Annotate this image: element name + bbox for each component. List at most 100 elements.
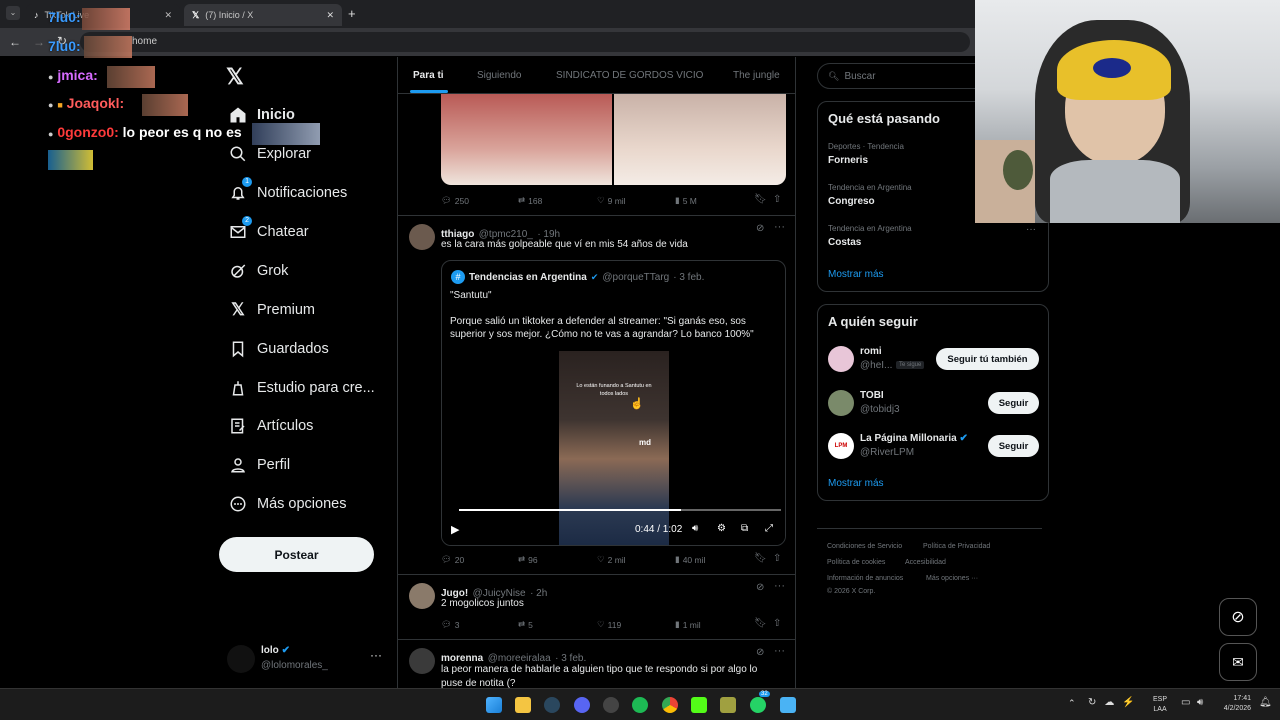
nav-item-estudio[interactable]: Estudio para cre... [227, 371, 375, 405]
show-more-link[interactable]: Mostrar más [828, 269, 884, 280]
dock-icon[interactable]: ⧉ [741, 523, 748, 534]
back-icon[interactable]: ← [9, 35, 21, 49]
messages-floating-button[interactable]: ✉ [1219, 643, 1257, 681]
follow-row[interactable]: TOBI @tobidj3 Seguir [828, 389, 1040, 419]
nav-item-mas-opciones[interactable]: Más opciones [227, 487, 346, 521]
language-indicator[interactable]: ESP LAA [1153, 695, 1167, 715]
footer-link[interactable]: Política de Privacidad [923, 543, 990, 550]
more-icon[interactable]: ··· [370, 648, 382, 662]
tweet-image[interactable] [614, 94, 786, 185]
avatar[interactable] [409, 224, 435, 250]
tab-x-home[interactable]: 𝕏 (7) Inicio / X ✕ [184, 4, 342, 26]
volume-icon[interactable]: 🔊︎ [692, 523, 698, 534]
like-button[interactable]: ♡ 119 [597, 619, 621, 630]
spotify-icon[interactable] [632, 697, 648, 713]
reply-button[interactable]: 💬︎ 250 [441, 195, 469, 206]
share-button[interactable]: ⇧ [773, 618, 781, 629]
tweet[interactable]: morenna @moreeiralaa · 3 feb. ⊘ ··· la p… [398, 640, 795, 688]
forward-icon[interactable]: → [33, 35, 45, 49]
footer-link[interactable]: Más opciones ··· [926, 575, 978, 582]
bookmark-button[interactable]: 🔖︎ [754, 194, 767, 205]
trend-item[interactable]: Deportes · Tendencia Forneris [828, 142, 904, 166]
tray-icons[interactable]: ↻☁⚡ [1088, 697, 1143, 708]
retweet-button[interactable]: ⇄ 5 [518, 619, 533, 630]
account-switcher[interactable]: lolo ✔ @lolomorales_ ··· [227, 642, 387, 676]
nav-item-articulos[interactable]: Artículos [227, 409, 313, 443]
footer-link[interactable]: Accesibilidad [905, 559, 946, 566]
nav-item-inicio[interactable]: Inicio [227, 98, 295, 132]
tweet[interactable]: 💬︎ 250 ⇄ 168 ♡ 9 mil ▮ 5 M 🔖︎ ⇧ [398, 94, 795, 216]
clock[interactable]: 17:41 4/2/2026 [1217, 694, 1251, 714]
grok-icon[interactable]: ⊘ [756, 223, 764, 234]
views-button[interactable]: ▮ 1 mil [675, 619, 701, 630]
obs-icon[interactable] [603, 697, 619, 713]
network-icon[interactable]: ▭ [1181, 697, 1190, 708]
like-button[interactable]: ♡ 9 mil [597, 195, 626, 206]
share-button[interactable]: ⇧ [773, 553, 781, 564]
volume-icon[interactable]: 🔊︎ [1197, 697, 1203, 708]
show-more-link[interactable]: Mostrar más [828, 478, 884, 489]
steam-icon[interactable] [544, 697, 560, 713]
share-button[interactable]: ⇧ [773, 194, 781, 205]
tweet[interactable]: tthiago @tpmc210_ · 19h ⊘ ··· es la cara… [398, 216, 795, 575]
bookmark-button[interactable]: 🔖︎ [754, 553, 767, 564]
nav-item-chatear[interactable]: 2 Chatear [227, 215, 309, 249]
play-icon[interactable]: ▶ [451, 523, 459, 536]
nav-item-explorar[interactable]: Explorar [227, 137, 311, 171]
footer-link[interactable]: Condiciones de Servicio [827, 543, 902, 550]
close-icon[interactable]: ✕ [326, 10, 334, 21]
fullscreen-icon[interactable]: ⤢ [765, 523, 773, 534]
notepad-icon[interactable] [780, 697, 796, 713]
follow-button[interactable]: Seguir [988, 435, 1039, 457]
more-icon[interactable]: ··· [1026, 224, 1036, 235]
retweet-button[interactable]: ⇄ 168 [518, 195, 542, 206]
retweet-button[interactable]: ⇄ 96 [518, 554, 538, 565]
more-icon[interactable]: ··· [774, 645, 785, 657]
notes-icon[interactable] [720, 697, 736, 713]
nav-item-premium[interactable]: 𝕏 Premium [227, 293, 315, 327]
follow-row[interactable]: romi @heI... Te sigue Seguir tú también [828, 345, 1040, 375]
nav-item-perfil[interactable]: Perfil [227, 448, 290, 482]
nav-item-grok[interactable]: Grok [227, 254, 288, 288]
follow-button[interactable]: Seguir [988, 392, 1039, 414]
footer-link[interactable]: Información de anuncios [827, 575, 903, 582]
quoted-tweet[interactable]: # Tendencias en Argentina ✔ @porqueTTarg… [441, 260, 786, 546]
tab-the-jungle[interactable]: The jungle [733, 70, 780, 81]
close-icon[interactable]: ✕ [164, 10, 172, 21]
video-player[interactable]: Lo están funando a Santutu en todos lado… [442, 351, 785, 545]
more-icon[interactable]: ··· [774, 580, 785, 592]
tweet[interactable]: Jugo! @JuicyNise · 2h ⊘ ··· 2 mogolicos … [398, 575, 795, 640]
url-field[interactable]: home [80, 32, 970, 52]
file-explorer-icon[interactable] [515, 697, 531, 713]
chevron-up-icon[interactable]: ⌃ [1068, 698, 1076, 709]
reply-button[interactable]: 💬︎ 3 [441, 619, 460, 630]
discord-icon[interactable] [574, 697, 590, 713]
follow-row[interactable]: LPM La Página Millonaria ✔ @RiverLPM Seg… [828, 432, 1040, 462]
follow-button[interactable]: Seguir tú también [936, 348, 1039, 370]
nav-item-guardados[interactable]: Guardados [227, 332, 329, 366]
tab-search-button[interactable]: ⌄ [6, 6, 20, 20]
views-button[interactable]: ▮ 40 mil [675, 554, 705, 565]
reply-button[interactable]: 💬︎ 20 [441, 554, 464, 565]
tab-siguiendo[interactable]: Siguiendo [477, 70, 521, 81]
settings-icon[interactable]: ⚙ [717, 523, 726, 534]
avatar[interactable] [409, 648, 435, 674]
trend-item[interactable]: Tendencia en Argentina Costas [828, 224, 912, 248]
grok-icon[interactable]: ⊘ [756, 647, 764, 658]
more-icon[interactable]: ··· [774, 221, 785, 233]
bookmark-button[interactable]: 🔖︎ [754, 618, 767, 629]
footer-link[interactable]: Política de cookies [827, 559, 885, 566]
grok-icon[interactable]: ⊘ [756, 582, 764, 593]
x-logo-icon[interactable]: 𝕏 [226, 64, 244, 90]
kick-icon[interactable] [691, 697, 707, 713]
trend-item[interactable]: Tendencia en Argentina Congreso [828, 183, 912, 207]
tweet-image[interactable] [441, 94, 612, 185]
grok-floating-button[interactable]: ⊘ [1219, 598, 1257, 636]
whatsapp-icon[interactable] [750, 697, 766, 713]
views-button[interactable]: ▮ 5 M [675, 195, 697, 206]
tab-sindicato[interactable]: SINDICATO DE GORDOS VICIO [556, 70, 703, 81]
like-button[interactable]: ♡ 2 mil [597, 554, 626, 565]
new-tab-button[interactable]: + [348, 6, 356, 21]
chrome-icon[interactable] [662, 697, 678, 713]
post-button[interactable]: Postear [219, 537, 374, 572]
